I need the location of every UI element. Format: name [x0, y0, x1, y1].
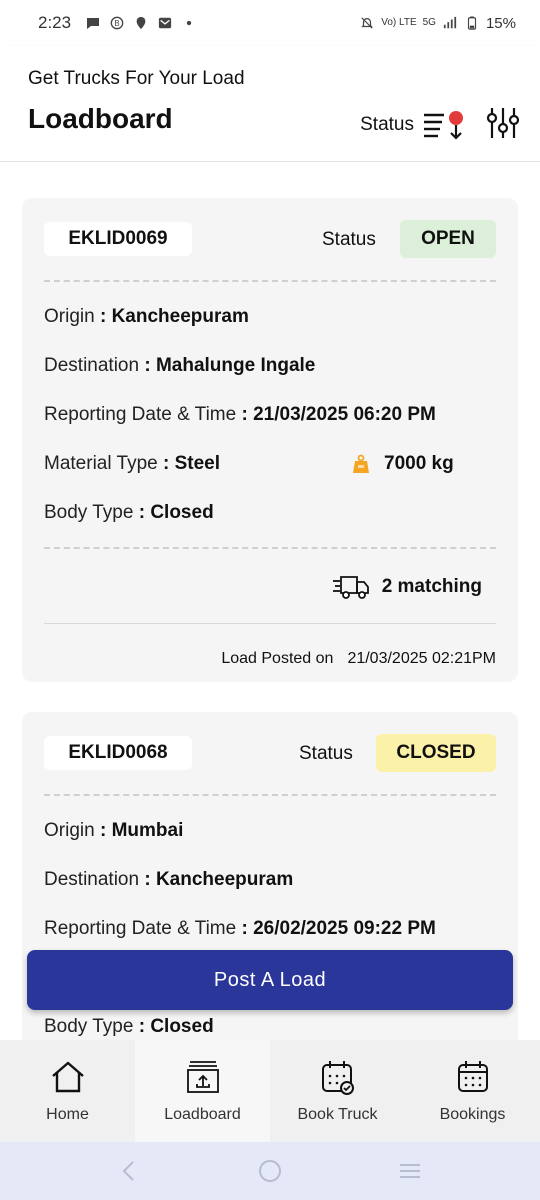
matching-count: 2 matching — [381, 576, 482, 597]
origin-value: Mumbai — [111, 820, 184, 841]
status-badge: CLOSED — [376, 734, 496, 772]
origin-label: Origin — [44, 820, 95, 841]
page-title: Loadboard — [28, 103, 173, 134]
nav-loadboard[interactable]: Loadboard — [135, 1040, 270, 1142]
nav-home[interactable]: Home — [0, 1040, 135, 1142]
network-label: 5G — [422, 17, 436, 28]
volte-label: Vo) LTE — [381, 17, 417, 28]
reporting-row: Reporting Date & Time : 21/03/2025 06:20… — [44, 404, 436, 425]
reporting-label: Reporting Date & Time — [44, 918, 237, 939]
location-pin-icon — [136, 16, 146, 30]
posted-value: 21/03/2025 02:21PM — [347, 650, 496, 667]
load-card[interactable]: EKLID0069 Status OPEN Origin : Kancheepu… — [22, 198, 518, 682]
material-label: Material Type — [44, 453, 158, 474]
body-type-row: Body Type : Closed — [44, 502, 214, 523]
status-label: Status — [322, 229, 376, 250]
origin-row: Origin : Kancheepuram — [44, 306, 249, 327]
recents-icon[interactable] — [397, 1158, 423, 1184]
page-subtitle: Get Trucks For Your Load — [28, 68, 245, 89]
battery-percent: 15% — [485, 14, 516, 32]
system-nav-bar — [0, 1142, 540, 1200]
divider — [44, 794, 496, 796]
matching-trucks-link[interactable]: 2 matching — [332, 575, 482, 599]
nav-bookings[interactable]: Bookings — [405, 1040, 540, 1142]
status-badge: OPEN — [400, 220, 496, 258]
nav-home-label: Home — [46, 1106, 89, 1123]
origin-row: Origin : Mumbai — [44, 820, 184, 841]
battery-icon — [467, 16, 477, 30]
destination-value: Kancheepuram — [155, 869, 294, 890]
bottom-nav: Home Loadboard Book Truck Bookings — [0, 1040, 540, 1142]
nav-book-truck-label: Book Truck — [297, 1106, 378, 1123]
origin-value: Kancheepuram — [111, 306, 249, 327]
clock: 2:23 — [38, 13, 72, 32]
status-bar: 2:23 B Vo) LTE 5G 15% — [0, 0, 540, 46]
reporting-value: 21/03/2025 06:20 PM — [253, 404, 436, 425]
body-type-label: Body Type — [44, 1016, 134, 1037]
bookings-icon — [457, 1061, 488, 1092]
body-type-label: Body Type — [44, 502, 134, 523]
body-type-row: Body Type : Closed — [44, 1016, 214, 1037]
reporting-value: 26/02/2025 09:22 PM — [253, 918, 436, 939]
sort-status-icon — [424, 111, 463, 140]
notification-icons: B — [85, 16, 197, 30]
loadboard-icon — [186, 1061, 219, 1093]
svg-text:B: B — [114, 19, 119, 28]
weight-icon — [353, 454, 369, 473]
home-icon — [51, 1061, 84, 1093]
app-header: Get Trucks For Your Load Loadboard Statu… — [0, 46, 540, 162]
mute-bell-icon — [361, 17, 374, 29]
destination-label: Destination — [44, 869, 140, 890]
nav-book-truck[interactable]: Book Truck — [270, 1040, 405, 1142]
load-list[interactable]: EKLID0069 Status OPEN Origin : Kancheepu… — [0, 162, 540, 1040]
posted-info: Load Posted on 21/03/2025 02:21PM — [221, 650, 496, 668]
b-badge-icon: B — [110, 16, 124, 30]
chat-icon — [87, 18, 100, 29]
book-truck-icon — [321, 1061, 354, 1095]
back-icon[interactable] — [117, 1158, 143, 1184]
divider — [44, 280, 496, 282]
dot-icon — [186, 20, 192, 26]
destination-label: Destination — [44, 355, 140, 376]
reporting-row: Reporting Date & Time : 26/02/2025 09:22… — [44, 918, 436, 939]
body-type-value: Closed — [150, 502, 214, 523]
divider — [44, 547, 496, 549]
weight-value: 7000 kg — [384, 453, 454, 474]
delivery-truck-icon — [332, 576, 369, 599]
mail-icon — [158, 17, 172, 29]
weight-info: 7000 kg — [352, 453, 454, 475]
destination-value: Mahalunge Ingale — [155, 355, 316, 376]
destination-row: Destination : Mahalunge Ingale — [44, 355, 316, 376]
posted-label: Load Posted on — [221, 650, 334, 667]
nav-loadboard-label: Loadboard — [164, 1106, 241, 1123]
status-filter-label: Status — [360, 114, 414, 135]
reporting-label: Reporting Date & Time — [44, 404, 237, 425]
load-id: EKLID0069 — [44, 222, 192, 256]
divider — [44, 623, 496, 624]
home-circle-icon[interactable] — [257, 1158, 283, 1184]
signal-icon — [443, 16, 457, 29]
load-id: EKLID0068 — [44, 736, 192, 770]
status-sort-button[interactable]: Status — [360, 110, 466, 140]
material-row: Material Type : Steel — [44, 453, 221, 474]
filter-sliders-icon[interactable] — [486, 106, 520, 140]
post-load-button[interactable]: Post A Load — [27, 950, 513, 1010]
origin-label: Origin — [44, 306, 95, 327]
material-value: Steel — [174, 453, 221, 474]
body-type-value: Closed — [150, 1016, 214, 1037]
nav-bookings-label: Bookings — [439, 1106, 506, 1123]
status-label: Status — [299, 743, 353, 764]
destination-row: Destination : Kancheepuram — [44, 869, 294, 890]
